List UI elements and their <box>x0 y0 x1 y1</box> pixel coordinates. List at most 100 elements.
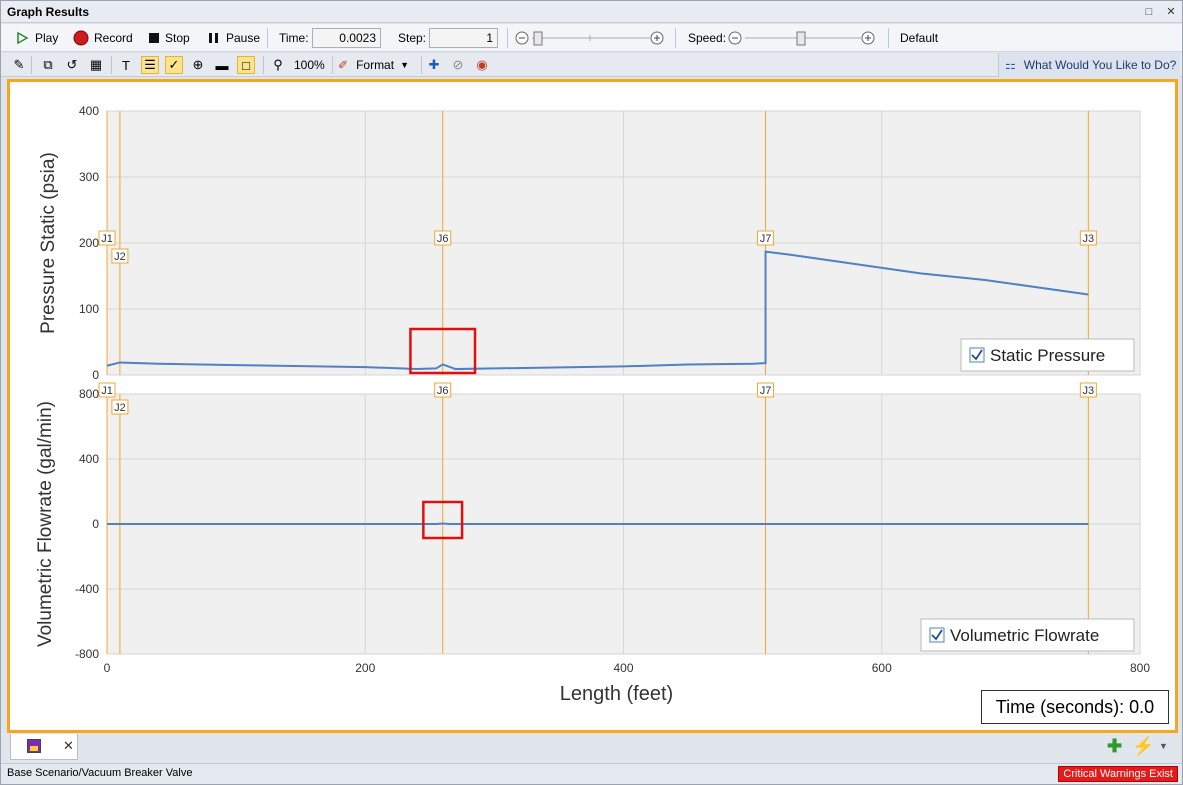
pause-label: Pause <box>226 31 261 45</box>
play-icon <box>17 31 29 45</box>
time-slider[interactable] <box>514 29 666 47</box>
close-icon[interactable]: ✕ <box>1163 4 1179 20</box>
separator <box>267 28 268 48</box>
pause-button[interactable]: Pause <box>208 27 260 49</box>
remove-series-icon[interactable]: ⊘ <box>449 56 467 74</box>
graph-tab[interactable]: ✕ <box>10 734 78 760</box>
x-tick-label: 400 <box>613 661 633 675</box>
add-graph-icon[interactable]: ✚ <box>1107 736 1122 757</box>
speed-label: Speed: <box>688 31 727 45</box>
y-axis-label: Volumetric Flowrate (gal/min) <box>35 401 56 647</box>
y-axis-label: Pressure Static (psia) <box>38 152 59 334</box>
chevron-down-icon: ▼ <box>400 60 409 70</box>
x-axis-label: Length (feet) <box>560 683 673 705</box>
playback-toolbar: Play Record Stop Pause Time: 0.0023 Step… <box>1 24 1182 52</box>
status-bar: Base Scenario/Vacuum Breaker Valve Criti… <box>1 763 1182 784</box>
junction-label: J6 <box>437 233 449 245</box>
separator <box>111 56 112 74</box>
junction-label: J1 <box>101 233 113 245</box>
pause-icon <box>209 33 218 43</box>
help-label: What Would You Like to Do? <box>1023 58 1177 72</box>
record-button[interactable]: Record <box>73 27 133 49</box>
y-tick-label: 100 <box>79 302 99 316</box>
y-tick-label: 400 <box>79 104 99 118</box>
stop-button[interactable]: Stop <box>148 27 190 49</box>
legend-icon[interactable]: ☰ <box>141 56 159 74</box>
scenario-path: Base Scenario/Vacuum Breaker Valve <box>7 767 193 779</box>
junction-label: J7 <box>760 385 772 397</box>
junction-label: J3 <box>1083 385 1095 397</box>
alert-icon[interactable]: ◉ <box>473 56 491 74</box>
highlight-icon[interactable]: □ <box>237 56 255 74</box>
record-icon <box>73 30 89 46</box>
help-icon: ⚏ <box>1005 58 1016 72</box>
speed-default-label: Default <box>900 31 939 45</box>
y-tick-label: -400 <box>75 582 99 596</box>
separator <box>332 56 333 74</box>
add-series-icon[interactable]: ✚ <box>425 56 443 74</box>
junction-label: J7 <box>760 233 772 245</box>
junction-label: J6 <box>437 385 449 397</box>
junction-label: J2 <box>114 251 126 263</box>
y-tick-label: 300 <box>79 170 99 184</box>
y-tick-label: 400 <box>79 452 99 466</box>
x-tick-label: 800 <box>1130 661 1150 675</box>
restore-icon[interactable]: □ <box>1141 4 1157 20</box>
step-field[interactable]: 1 <box>429 28 498 48</box>
tab-menu-chevron-icon[interactable]: ▼ <box>1159 741 1168 751</box>
x-tick-label: 0 <box>104 661 111 675</box>
zoom-icon[interactable]: ⚲ <box>269 56 287 74</box>
checkbox-icon[interactable]: ✓ <box>165 56 183 74</box>
separator <box>507 28 508 48</box>
critical-warnings-badge[interactable]: Critical Warnings Exist <box>1058 766 1178 782</box>
zoom-level[interactable]: 100% <box>294 54 325 76</box>
chart-panel-2: -800 -400 0 400 800 Volumetric Flowrate (gal/… <box>35 382 1150 705</box>
lightning-icon[interactable]: ⚡ <box>1132 736 1154 757</box>
export-icon[interactable]: ↺ <box>63 56 81 74</box>
graph-results-window: Graph Results □ ✕ Play Record Stop Pause… <box>0 0 1183 785</box>
window-title: Graph Results <box>7 5 90 19</box>
stop-icon <box>149 33 159 43</box>
close-tab-icon[interactable]: ✕ <box>63 738 74 754</box>
data-table-icon[interactable]: ▦ <box>87 56 105 74</box>
graph-toolbar: ✎ ⧉ ↺ ▦ T ☰ ✓ ⊕ ▬ □ ⚲ 100% ✐ Format ▼ ✚ … <box>1 53 1182 77</box>
title-bar: Graph Results □ ✕ <box>1 1 1182 23</box>
graph-tab-icon <box>27 739 41 753</box>
stop-label: Stop <box>165 31 190 45</box>
edit-graph-icon[interactable]: ✎ <box>10 56 28 74</box>
help-button[interactable]: ⚏ What Would You Like to Do? <box>998 53 1180 77</box>
x-tick-label: 200 <box>355 661 375 675</box>
separator <box>888 28 889 48</box>
time-label: Time: <box>279 31 309 45</box>
text-annotation-icon[interactable]: T <box>117 56 135 74</box>
time-field[interactable]: 0.0023 <box>312 28 381 48</box>
format-button[interactable]: ✐ Format ▼ <box>338 54 409 76</box>
y-tick-label: 0 <box>92 368 99 382</box>
format-label: Format <box>356 58 395 72</box>
time-readout: Time (seconds): 0.0 <box>981 690 1169 724</box>
x-tick-label: 600 <box>872 661 892 675</box>
legend-label: Static Pressure <box>990 346 1105 365</box>
play-button[interactable]: Play <box>15 27 58 49</box>
separator <box>31 56 32 74</box>
graph-area: 0 100 200 300 400 Pressure Static (psia) J1 J2 J… <box>7 79 1178 733</box>
separator <box>675 28 676 48</box>
junction-label: J2 <box>114 402 126 414</box>
y-tick-label: -800 <box>75 647 99 661</box>
chart-panel-1: 0 100 200 300 400 Pressure Static (psia) J1J2 J… <box>38 104 1141 382</box>
step-label: Step: <box>398 31 427 45</box>
y-tick-label: 0 <box>92 517 99 531</box>
graph-canvas[interactable]: 0100200300400Pressure Static (psia) J1J2J… <box>10 82 1175 730</box>
speed-slider[interactable] <box>727 29 879 47</box>
separator <box>421 56 422 74</box>
ruler-icon[interactable]: ▬ <box>213 56 231 74</box>
crosshair-icon[interactable]: ⊕ <box>189 56 207 74</box>
copy-icon[interactable]: ⧉ <box>39 56 57 74</box>
junction-label: J1 <box>101 385 113 397</box>
separator <box>263 56 264 74</box>
y-tick-label: 800 <box>79 387 99 401</box>
junction-label: J3 <box>1083 233 1095 245</box>
format-icon: ✐ <box>338 58 349 72</box>
y-tick-label: 200 <box>79 236 99 250</box>
graph-tab-strip: ✕ ✚ ⚡ ▼ <box>1 734 1182 762</box>
